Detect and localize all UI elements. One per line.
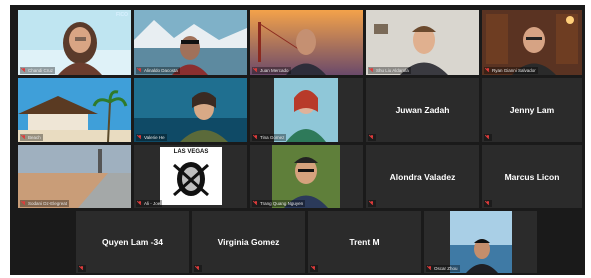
- muted-mic-icon: [254, 201, 258, 206]
- participant-name-tag: Alinaldo Dacosta: [136, 67, 180, 74]
- muted-mic-icon: [254, 68, 258, 73]
- muted-mic-icon: [312, 266, 316, 271]
- video-tile-p19[interactable]: Oscar Zhou: [424, 211, 537, 273]
- video-tile-p6[interactable]: Beach: [18, 78, 131, 142]
- participant-name-tag: Chandi Cruz: [20, 67, 56, 74]
- participant-video: [424, 211, 537, 273]
- participant-name-tag: [484, 200, 492, 207]
- participant-name-tag: Ryan Gianni Salvador: [484, 67, 538, 74]
- participant-name-label: Trent M: [349, 237, 380, 247]
- participant-name-tag: [368, 200, 376, 207]
- participant-name-tag: [194, 265, 202, 272]
- participant-video: [134, 10, 247, 75]
- video-tile-p12[interactable]: LAS VEGAS Ali - Joe: [134, 145, 247, 208]
- video-tile-p3[interactable]: Juan Mercado: [250, 10, 363, 75]
- muted-mic-icon: [80, 266, 84, 271]
- participant-name-tag: Beach: [20, 134, 43, 141]
- participant-name-tag: [78, 265, 86, 272]
- muted-mic-icon: [486, 68, 490, 73]
- participant-video: [18, 145, 131, 208]
- company-logo: FICO: [116, 12, 128, 18]
- participant-name-tag: [310, 265, 318, 272]
- muted-mic-icon: [370, 201, 374, 206]
- muted-mic-icon: [254, 135, 258, 140]
- muted-mic-icon: [428, 266, 432, 271]
- participant-name-label: Jenny Lam: [509, 105, 555, 115]
- participant-name-label: Juwan Zadah: [395, 105, 450, 115]
- video-tile-p13[interactable]: Trang Quang Nguyen: [250, 145, 363, 208]
- participant-name-label: Quyen Lam -34: [102, 237, 163, 247]
- participant-video: [250, 145, 363, 208]
- participant-name-label: Marcus Licon: [504, 171, 560, 182]
- participant-name-tag: [484, 134, 492, 141]
- video-tile-p11[interactable]: Sodani Dz-Elegreat: [18, 145, 131, 208]
- video-tile-p10[interactable]: Jenny Lam: [482, 78, 582, 142]
- participant-video: [250, 10, 363, 75]
- muted-mic-icon: [22, 135, 26, 140]
- video-tile-p18[interactable]: Trent M: [308, 211, 421, 273]
- team-logo-text: LAS VEGAS: [173, 149, 209, 155]
- participant-name-tag: Oscar Zhou: [426, 265, 460, 272]
- participant-video: [18, 10, 131, 75]
- video-tile-p15[interactable]: Marcus Licon: [482, 145, 582, 208]
- muted-mic-icon: [370, 68, 374, 73]
- video-tile-p14[interactable]: Alondra Valadez: [366, 145, 479, 208]
- muted-mic-icon: [486, 201, 490, 206]
- muted-mic-icon: [370, 135, 374, 140]
- participant-name-tag: Trang Quang Nguyen: [252, 200, 306, 207]
- participant-video: [482, 10, 582, 75]
- participant-name-tag: Tina Gomez: [252, 134, 287, 141]
- muted-mic-icon: [138, 68, 142, 73]
- muted-mic-icon: [486, 135, 490, 140]
- video-tile-p16[interactable]: Quyen Lam -34: [76, 211, 189, 273]
- participant-name-tag: Valerie He: [136, 134, 167, 141]
- participant-video: [18, 78, 131, 142]
- video-tile-p2[interactable]: Alinaldo Dacosta: [134, 10, 247, 75]
- participant-video: [366, 10, 479, 75]
- video-tile-p4[interactable]: Shu Liu Aldarola: [366, 10, 479, 75]
- video-tile-p5[interactable]: Ryan Gianni Salvador: [482, 10, 582, 75]
- video-tile-p1[interactable]: FICO Chandi Cruz: [18, 10, 131, 75]
- muted-mic-icon: [138, 135, 142, 140]
- participant-name-label: Alondra Valadez: [389, 171, 456, 182]
- video-tile-p8[interactable]: Tina Gomez: [250, 78, 363, 142]
- video-tile-p7[interactable]: Valerie He: [134, 78, 247, 142]
- video-tile-p9[interactable]: Juwan Zadah: [366, 78, 479, 142]
- participant-video: [250, 78, 363, 142]
- participant-name-tag: Shu Liu Aldarola: [368, 67, 411, 74]
- participant-name-tag: Sodani Dz-Elegreat: [20, 200, 70, 207]
- participant-name-tag: Ali - Joe: [136, 200, 163, 207]
- gallery-view: FICO Chandi Cruz Alinaldo Dacosta Juan M…: [10, 5, 585, 275]
- video-tile-p17[interactable]: Virginia Gomez: [192, 211, 305, 273]
- muted-mic-icon: [138, 201, 142, 206]
- muted-mic-icon: [22, 68, 26, 73]
- participant-name-label: Virginia Gomez: [217, 237, 280, 247]
- participant-name-tag: [368, 134, 376, 141]
- muted-mic-icon: [22, 201, 26, 206]
- participant-name-tag: Juan Mercado: [252, 67, 291, 74]
- participant-video: [134, 78, 247, 142]
- muted-mic-icon: [196, 266, 200, 271]
